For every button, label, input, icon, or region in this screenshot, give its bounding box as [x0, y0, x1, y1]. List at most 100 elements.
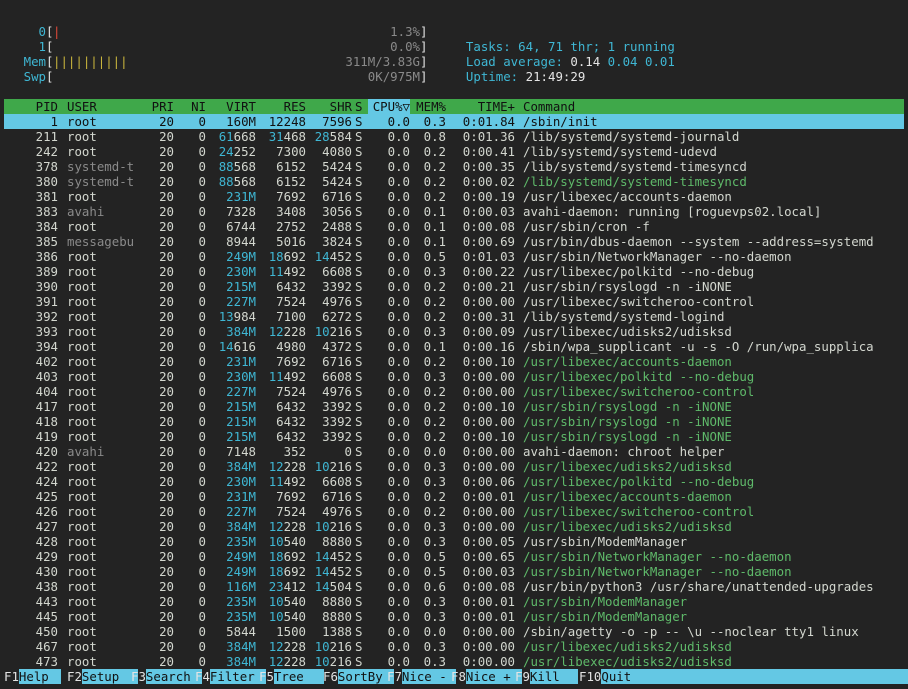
process-row[interactable]: 402 root 20 0 231M 7692 6716 S 0.0 0.2 0:00.10/usr…: [4, 354, 904, 369]
process-row[interactable]: 242 root 20 0 24252 7300 4080 S 0.0 0.2 0:00.41/li…: [4, 144, 904, 159]
cell-virt: 227M: [226, 384, 256, 399]
cell-mem: 0.5: [423, 549, 446, 564]
process-row[interactable]: 422 root 20 0 384M 12228 10216 S 0.0 0.3 0:00.00/u…: [4, 459, 904, 474]
process-row[interactable]: 403 root 20 0 230M 11492 6608 S 0.0 0.3 0:00.00/us…: [4, 369, 904, 384]
cell-cpu: 0.0: [387, 489, 410, 504]
cell-pid: 428: [35, 534, 58, 549]
column-ni[interactable]: NI: [176, 99, 206, 114]
process-row[interactable]: 443 root 20 0 235M 10540 8880 S 0.0 0.3 0:00.01/us…: [4, 594, 904, 609]
cell-time: 0:00.00: [462, 369, 515, 384]
cell-mem: 0.2: [423, 429, 446, 444]
column-user[interactable]: USER: [67, 99, 147, 114]
cell-pri: 20: [159, 294, 174, 309]
process-row[interactable]: 424 root 20 0 230M 11492 6608 S 0.0 0.3 0:00.06/us…: [4, 474, 904, 489]
cell-virt: 384M: [226, 519, 256, 534]
fkey-key: F9: [515, 669, 530, 684]
column-pri[interactable]: PRI: [144, 99, 174, 114]
cell-time: 0:00.00: [462, 294, 515, 309]
process-row[interactable]: 428 root 20 0 235M 10540 8880 S 0.0 0.3 0:00.05/us…: [4, 534, 904, 549]
cell-res: 3408: [276, 204, 306, 219]
process-row[interactable]: 473 root 20 0 384M 12228 10216 S 0.0 0.3 0:00.00/u…: [4, 654, 904, 669]
cell-pri: 20: [159, 354, 174, 369]
column-time[interactable]: TIME+: [448, 99, 515, 114]
fkey-setup[interactable]: F2Setup: [67, 669, 138, 684]
fkey-quit[interactable]: F10Quit: [579, 669, 652, 684]
cell-mem: 0.3: [423, 654, 446, 669]
column-s[interactable]: S: [355, 99, 365, 114]
fkey-nice[interactable]: F8Nice +: [451, 669, 522, 684]
process-row[interactable]: 391 root 20 0 227M 7524 4976 S 0.0 0.2 0:00.00/usr…: [4, 294, 904, 309]
cell-user: root: [67, 549, 97, 564]
fkey-sortby[interactable]: F6SortBy: [323, 669, 394, 684]
column-pid[interactable]: PID: [4, 99, 58, 114]
process-row[interactable]: 438 root 20 0 116M 23412 14504 S 0.0 0.6 0:00.08/u…: [4, 579, 904, 594]
process-row[interactable]: 420 avahi 20 0 7148 352 0 S 0.0 0.0 0:00.00 avahi-d…: [4, 444, 904, 459]
cell-cpu: 0.0: [387, 594, 410, 609]
process-row[interactable]: 211 root 20 0 61668 31468 28584 S 0.0 0.8 0:01.36 /…: [4, 129, 904, 144]
column-res[interactable]: RES: [258, 99, 306, 114]
uptime-label: Uptime:: [465, 69, 526, 84]
process-row[interactable]: 385 messagebu 20 0 8944 5016 3824 S 0.0 0.1 0:00.6…: [4, 234, 904, 249]
column-command[interactable]: Command: [523, 99, 908, 114]
column-cpu[interactable]: CPU%▽: [368, 99, 410, 114]
cell-pid: 380: [35, 174, 58, 189]
cell-res: 18692: [268, 249, 306, 264]
process-row[interactable]: 381 root 20 0 231M 7692 6716 S 0.0 0.2 0:00.19/usr…: [4, 189, 904, 204]
cell-cpu: 0.0: [387, 369, 410, 384]
cell-s: S: [355, 444, 363, 459]
fkey-kill[interactable]: F9Kill: [515, 669, 578, 684]
process-row[interactable]: 393 root 20 0 384M 12228 10216 S 0.0 0.3 0:00.09/u…: [4, 324, 904, 339]
process-row[interactable]: 429 root 20 0 249M 18692 14452 S 0.0 0.5 0:00.65/u…: [4, 549, 904, 564]
column-shr[interactable]: SHR: [306, 99, 352, 114]
process-row[interactable]: 380 systemd-t 20 0 88568 6152 5424 S 0.0 0.2 0:00.…: [4, 174, 904, 189]
cell-command: /usr/libexec/polkitd --no-debug: [523, 474, 755, 489]
process-row[interactable]: 384 root 20 0 6744 2752 2488 S 0.0 0.1 0:00.08/usr…: [4, 219, 904, 234]
cell-s: S: [355, 174, 363, 189]
cell-mem: 0.3: [423, 594, 446, 609]
process-row[interactable]: 378 systemd-t 20 0 88568 6152 5424 S 0.0 0.2 0:00.…: [4, 159, 904, 174]
process-row[interactable]: 417 root 20 0 215M 6432 3392 S 0.0 0.2 0:00.10/usr…: [4, 399, 904, 414]
cell-time: 0:00.19: [462, 189, 515, 204]
process-row[interactable]: 427 root 20 0 384M 12228 10216 S 0.0 0.3 0:00.00/u…: [4, 519, 904, 534]
column-mem[interactable]: MEM%: [408, 99, 446, 114]
process-row[interactable]: 392 root 20 0 13984 7100 6272 S 0.0 0.2 0:00.31/li…: [4, 309, 904, 324]
process-row[interactable]: 386 root 20 0 249M 18692 14452 S 0.0 0.5 0:01.03/u…: [4, 249, 904, 264]
fkey-help[interactable]: F1Help: [4, 669, 61, 684]
column-header[interactable]: PID USER PRI NI VIRT RES SHR S CPU%▽ MEM% TIME+ Com…: [4, 99, 904, 114]
cell-cpu: 0.0: [387, 579, 410, 594]
column-virt[interactable]: VIRT: [208, 99, 256, 114]
process-row[interactable]: 390 root 20 0 215M 6432 3392 S 0.0 0.2 0:00.21/usr…: [4, 279, 904, 294]
process-row[interactable]: 467 root 20 0 384M 12228 10216 S 0.0 0.3 0:00.00/u…: [4, 639, 904, 654]
cell-res: 18692: [268, 564, 306, 579]
cell-mem: 0.2: [423, 504, 446, 519]
cell-s: S: [355, 624, 363, 639]
process-row[interactable]: 419 root 20 0 215M 6432 3392 S 0.0 0.2 0:00.10/usr…: [4, 429, 904, 444]
process-row[interactable]: 425 root 20 0 231M 7692 6716 S 0.0 0.2 0:00.01/usr…: [4, 489, 904, 504]
cell-s: S: [355, 114, 363, 129]
process-row[interactable]: 430 root 20 0 249M 18692 14452 S 0.0 0.5 0:00.03/u…: [4, 564, 904, 579]
cell-ni: 0: [198, 579, 206, 594]
fkey-nice[interactable]: F7Nice -: [387, 669, 456, 684]
cpu1-value: 0.0%: [390, 39, 420, 54]
process-row[interactable]: 389 root 20 0 230M 11492 6608 S 0.0 0.3 0:00.22/us…: [4, 264, 904, 279]
process-row[interactable]: 394 root 20 0 14616 4980 4372 S 0.0 0.1 0:00.16/sb…: [4, 339, 904, 354]
process-row[interactable]: 383 avahi 20 0 7328 3408 3056 S 0.0 0.1 0:00.03 ava…: [4, 204, 904, 219]
process-row[interactable]: 445 root 20 0 235M 10540 8880 S 0.0 0.3 0:00.01/us…: [4, 609, 904, 624]
process-row[interactable]: 426 root 20 0 227M 7524 4976 S 0.0 0.2 0:00.00/usr…: [4, 504, 904, 519]
fkey-filter[interactable]: F4Filter: [195, 669, 266, 684]
cell-s: S: [355, 324, 363, 339]
cell-shr: 5424: [322, 174, 352, 189]
fkey-tree[interactable]: F5Tree: [259, 669, 324, 684]
process-row[interactable]: 450 root 20 0 5844 1500 1388 S 0.0 0.0 0:00.00/sbi…: [4, 624, 904, 639]
process-row[interactable]: 418 root 20 0 215M 6432 3392 S 0.0 0.2 0:00.00/usr…: [4, 414, 904, 429]
cell-ni: 0: [198, 459, 206, 474]
cell-command: /lib/systemd/systemd-udevd: [523, 144, 717, 159]
process-row[interactable]: 1 root 20 0 160M 12248 7596 S 0.0 0.3 0:01.84/sbin…: [4, 114, 904, 129]
cell-res: 6432: [276, 279, 306, 294]
cell-shr: 14452: [314, 249, 352, 264]
cell-cpu: 0.0: [387, 324, 410, 339]
swp-open-bracket: [: [46, 69, 54, 84]
fkey-search[interactable]: F3Search: [131, 669, 202, 684]
cell-ni: 0: [198, 474, 206, 489]
process-row[interactable]: 404 root 20 0 227M 7524 4976 S 0.0 0.2 0:00.00/usr…: [4, 384, 904, 399]
